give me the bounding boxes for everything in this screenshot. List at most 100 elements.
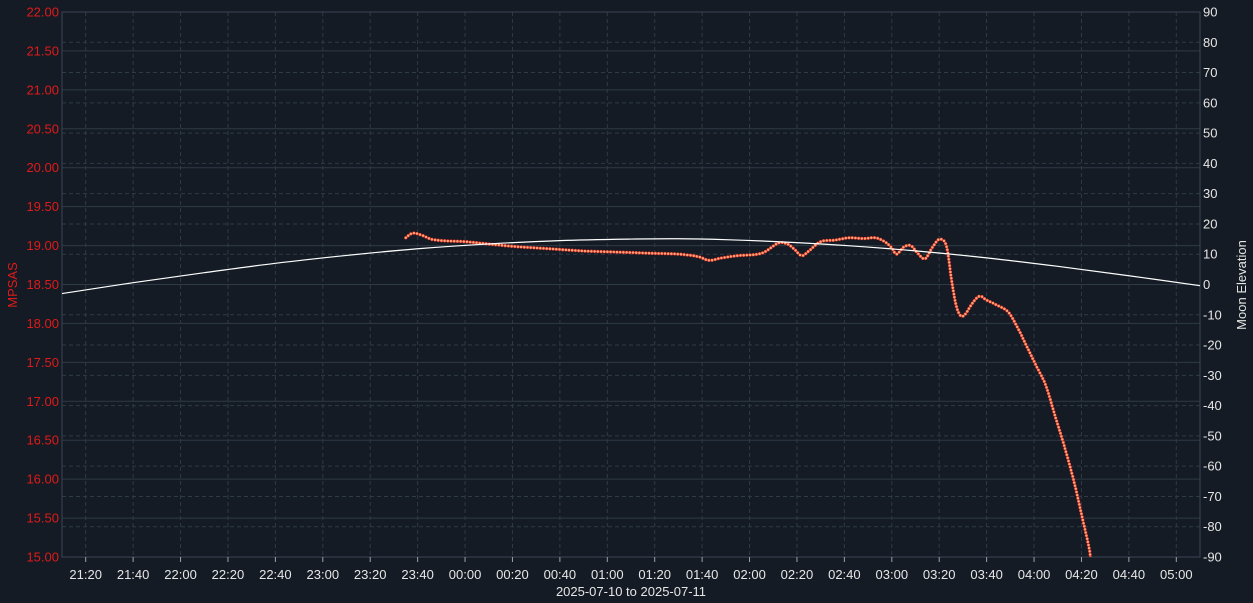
mpsas-point [1047,394,1052,399]
y-right-tick-label: 10 [1203,247,1217,262]
mpsas-point [1071,477,1076,482]
y-right-tick-label: 20 [1203,216,1217,231]
mpsas-point [621,250,626,255]
mpsas-point [798,253,802,257]
x-tick-label: 01:20 [638,567,671,582]
mpsas-point [688,253,693,258]
mpsas-point [1074,487,1078,491]
mpsas-point [945,248,950,252]
mpsas-point [1076,499,1081,504]
mpsas-point [1077,502,1082,507]
mpsas-point [1072,480,1076,485]
mpsas-point [532,246,536,250]
mpsas-point [589,249,594,254]
mpsas-point [1078,505,1082,510]
mpsas-point [1026,348,1031,352]
mpsas-point [1086,540,1090,544]
mpsas-point [465,240,469,244]
mpsas-point [1069,468,1073,472]
mpsas-point [1081,521,1086,525]
mpsas-point [1025,345,1029,349]
y-left-tick-label: 20.00 [26,160,59,175]
mpsas-point [719,256,724,260]
mpsas-point [544,246,549,251]
x-tick-label: 02:20 [781,567,814,582]
mpsas-point [863,236,867,241]
mpsas-point [886,242,891,247]
x-tick-label: 23:20 [354,567,387,582]
mpsas-point [634,250,638,255]
y-right-tick-label: -50 [1203,428,1222,443]
mpsas-point [1045,388,1050,393]
mpsas-point [745,253,749,257]
y-right-tick-label: 90 [1203,5,1217,20]
mpsas-point [907,243,912,247]
mpsas-point [850,236,854,240]
mpsas-point [424,235,428,239]
mpsas-point [707,258,711,263]
mpsas-point [1022,339,1027,344]
y-right-tick-label: -10 [1203,307,1222,322]
mpsas-point [821,239,826,243]
mpsas-point [847,236,851,240]
mpsas-point [446,239,450,243]
mpsas-point [789,244,793,248]
mpsas-point [1081,518,1085,522]
mpsas-point [925,254,930,258]
mpsas-point [1058,431,1063,436]
y-right-tick-label: 70 [1203,65,1217,80]
x-tick-label: 04:40 [1113,567,1146,582]
y-right-tick-label: 0 [1203,277,1210,292]
mpsas-point [1056,425,1061,429]
x-tick-label: 03:40 [970,567,1003,582]
mpsas-point [471,240,476,245]
mpsas-point [825,238,829,243]
y-left-tick-label: 15.00 [26,550,59,565]
mpsas-point [1032,359,1036,364]
mpsas-point [637,251,642,255]
mpsas-point [427,236,431,241]
mpsas-point [1086,543,1091,547]
mpsas-point [685,253,690,257]
y-right-tick-label: -80 [1203,519,1222,534]
y-left-tick-label: 18.50 [26,277,59,292]
y-left-tick-label: 21.00 [26,82,59,97]
mpsas-point [968,304,973,308]
y-right-tick-label: 50 [1203,126,1217,141]
mpsas-point [513,244,517,249]
mpsas-point [1062,443,1066,448]
x-tick-label: 02:00 [733,567,766,582]
x-tick-label: 21:20 [69,567,102,582]
y-right-tick-label: -20 [1203,338,1222,353]
y-left-tick-label: 19.00 [26,238,59,253]
mpsas-point [901,245,906,250]
mpsas-point [1051,407,1055,411]
mpsas-point [1057,428,1062,433]
mpsas-point [1063,446,1067,451]
mpsas-point [818,239,823,244]
mpsas-point [947,263,952,268]
mpsas-point [1080,515,1084,519]
mpsas-point [953,298,957,303]
mpsas-point [468,240,472,244]
mpsas-point [946,254,951,258]
mpsas-point [538,246,543,250]
mpsas-point [738,253,743,258]
mpsas-point [1065,456,1070,460]
y-left-tick-label: 15.50 [26,511,59,526]
mpsas-point [967,306,971,311]
mpsas-point [988,300,992,304]
x-tick-label: 01:00 [591,567,624,582]
mpsas-point [1035,365,1039,369]
y-right-tick-label: 60 [1203,95,1217,110]
mpsas-point [612,250,616,254]
mpsas-point [1053,416,1058,420]
mpsas-point [1065,453,1069,457]
mpsas-point [866,236,870,240]
x-axis-label: 2025-07-10 to 2025-07-11 [556,584,706,599]
mpsas-point [928,248,933,252]
mpsas-point [676,252,680,256]
mpsas-point [741,253,746,258]
mpsas-point [618,250,622,254]
mpsas-point [921,256,925,261]
